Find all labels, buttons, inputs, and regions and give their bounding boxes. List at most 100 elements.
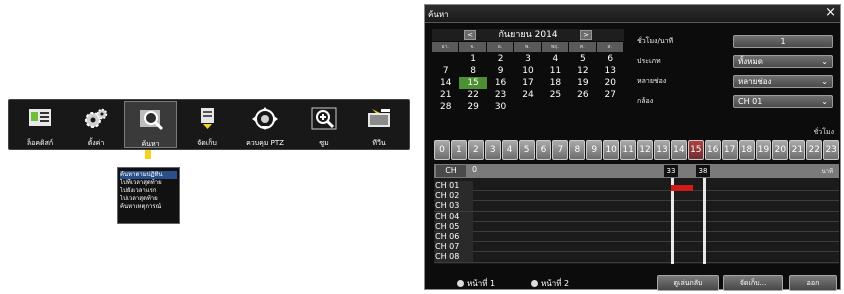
toolbar-label-zoom: ซูม: [319, 139, 329, 147]
calendar-day[interactable]: 15: [459, 77, 487, 89]
settings-gears-icon: [85, 108, 108, 128]
active-item-marker: [145, 150, 151, 159]
calendar-day[interactable]: 14: [432, 77, 459, 89]
channel-row[interactable]: CH 08: [434, 252, 839, 263]
channel-button[interactable]: CH: [436, 165, 466, 177]
calendar-day[interactable]: 28: [432, 101, 459, 113]
hour-button[interactable]: 13: [653, 140, 670, 160]
next-month-button[interactable]: >: [580, 30, 592, 40]
hour-button[interactable]: 14: [670, 140, 687, 160]
search-button[interactable]: ค้นหา: [124, 101, 177, 148]
hour-button[interactable]: 9: [586, 140, 603, 160]
submenu-item[interactable]: ไปเวลาสุดท้าย: [120, 195, 177, 203]
channel-row[interactable]: CH 02: [434, 191, 839, 202]
minute-marker-b: 38: [696, 165, 710, 177]
calendar-day[interactable]: 24: [514, 89, 541, 101]
settings-button[interactable]: ตั้งค่า: [71, 104, 121, 148]
calendar-day[interactable]: 25: [542, 89, 569, 101]
calendar-day[interactable]: 13: [597, 65, 624, 77]
calendar-day[interactable]: 5: [569, 53, 596, 65]
calendar-day[interactable]: 26: [569, 89, 596, 101]
exit-button[interactable]: ออก: [789, 275, 837, 291]
calendar-day[interactable]: 11: [542, 65, 569, 77]
calendar-day[interactable]: 8: [459, 65, 486, 77]
time-input[interactable]: 1: [733, 35, 833, 48]
submenu-item[interactable]: ไปยังเวลาแรก: [120, 187, 177, 195]
calendar-day[interactable]: 9: [487, 65, 514, 77]
backup-button[interactable]: จัดเก็บ: [182, 104, 232, 148]
calendar-day[interactable]: 3: [514, 53, 541, 65]
type-select[interactable]: ทั้งหมด ⌄: [733, 55, 833, 68]
split-select[interactable]: หลายช่อง ⌄: [733, 75, 833, 88]
backup-window-button[interactable]: จัดเก็บ...: [723, 275, 783, 291]
hour-button[interactable]: 3: [484, 140, 501, 160]
hour-button[interactable]: 4: [501, 140, 518, 160]
calendar-day[interactable]: 29: [459, 101, 486, 113]
calendar-day[interactable]: 30: [487, 101, 514, 113]
hour-button[interactable]: 20: [772, 140, 789, 160]
hour-button[interactable]: 5: [518, 140, 535, 160]
calendar-day[interactable]: 21: [432, 89, 459, 101]
calendar-day[interactable]: 17: [514, 77, 541, 89]
channel-label: CH 07: [435, 242, 473, 253]
channel-row[interactable]: CH 05: [434, 221, 839, 232]
toolbar-label-settings: ตั้งค่า: [87, 139, 105, 147]
hour-button[interactable]: 8: [569, 140, 586, 160]
monitor-button[interactable]: ทีวีน: [354, 104, 404, 148]
hour-button[interactable]: 2: [467, 140, 484, 160]
hour-button[interactable]: 21: [789, 140, 806, 160]
hour-button[interactable]: 22: [806, 140, 823, 160]
channel-row[interactable]: CH 01: [434, 181, 839, 192]
timeline-cursor-end[interactable]: [703, 178, 706, 264]
hour-button[interactable]: 19: [755, 140, 772, 160]
hour-button[interactable]: 10: [603, 140, 620, 160]
calendar-day[interactable]: 4: [542, 53, 569, 65]
calendar-day: [432, 53, 459, 65]
calendar-day[interactable]: 16: [487, 77, 514, 89]
hour-button[interactable]: 15: [687, 140, 704, 160]
hour-button[interactable]: 16: [704, 140, 721, 160]
hour-button[interactable]: 11: [620, 140, 637, 160]
zoom-icon: [311, 107, 337, 130]
calendar-day[interactable]: 20: [597, 77, 624, 89]
zoom-button[interactable]: ซูม: [299, 104, 349, 148]
hour-button[interactable]: 18: [738, 140, 755, 160]
hour-button[interactable]: 17: [721, 140, 738, 160]
calendar-day[interactable]: 23: [487, 89, 514, 101]
page-1-radio[interactable]: หน้าที่ 1: [457, 277, 495, 290]
submenu-item[interactable]: ไปที่เวลาสุดท้าย: [120, 179, 177, 187]
prev-month-button[interactable]: <: [464, 30, 476, 40]
calendar-day[interactable]: 18: [542, 77, 569, 89]
channel-row[interactable]: CH 07: [434, 242, 839, 253]
calendar-day: [569, 101, 596, 113]
calendar-day[interactable]: 12: [569, 65, 596, 77]
calendar-day[interactable]: 27: [597, 89, 624, 101]
hour-button[interactable]: 7: [552, 140, 569, 160]
hour-button[interactable]: 23: [823, 140, 840, 160]
minute-end-label: นาที: [821, 168, 833, 175]
hour-button[interactable]: 1: [450, 140, 467, 160]
calendar-day[interactable]: 6: [597, 53, 624, 65]
hour-button[interactable]: 6: [535, 140, 552, 160]
page-2-radio[interactable]: หน้าที่ 2: [531, 277, 569, 290]
hour-button[interactable]: 0: [434, 140, 450, 160]
backup-archive-icon: [201, 108, 214, 129]
submenu-item[interactable]: ค้นหาตามปฏิทิน: [120, 171, 177, 179]
calendar-day[interactable]: 2: [487, 53, 514, 65]
close-icon[interactable]: ×: [825, 5, 836, 21]
submenu-item[interactable]: ค้นหาเหตุการณ์: [120, 203, 177, 211]
time-row: ชั่วโมง/นาที 1: [637, 35, 837, 49]
channel-row[interactable]: CH 04: [434, 211, 839, 222]
hour-button[interactable]: 12: [637, 140, 653, 160]
calendar-day[interactable]: 22: [459, 89, 486, 101]
calendar-day[interactable]: 10: [514, 65, 541, 77]
channel-row[interactable]: CH 06: [434, 231, 839, 243]
ptz-control-button[interactable]: ควบคุม PTZ: [237, 104, 293, 148]
channel-row[interactable]: CH 03: [434, 201, 839, 212]
calendar-day[interactable]: 1: [459, 53, 486, 65]
playback-button[interactable]: ดูเล่นกลับ: [657, 275, 719, 291]
disk-lock-button[interactable]: ล็อคดิสก์: [15, 104, 65, 148]
calendar-day[interactable]: 7: [432, 65, 459, 77]
calendar-day[interactable]: 19: [569, 77, 596, 89]
camera-select[interactable]: CH 01 ⌄: [733, 95, 833, 108]
